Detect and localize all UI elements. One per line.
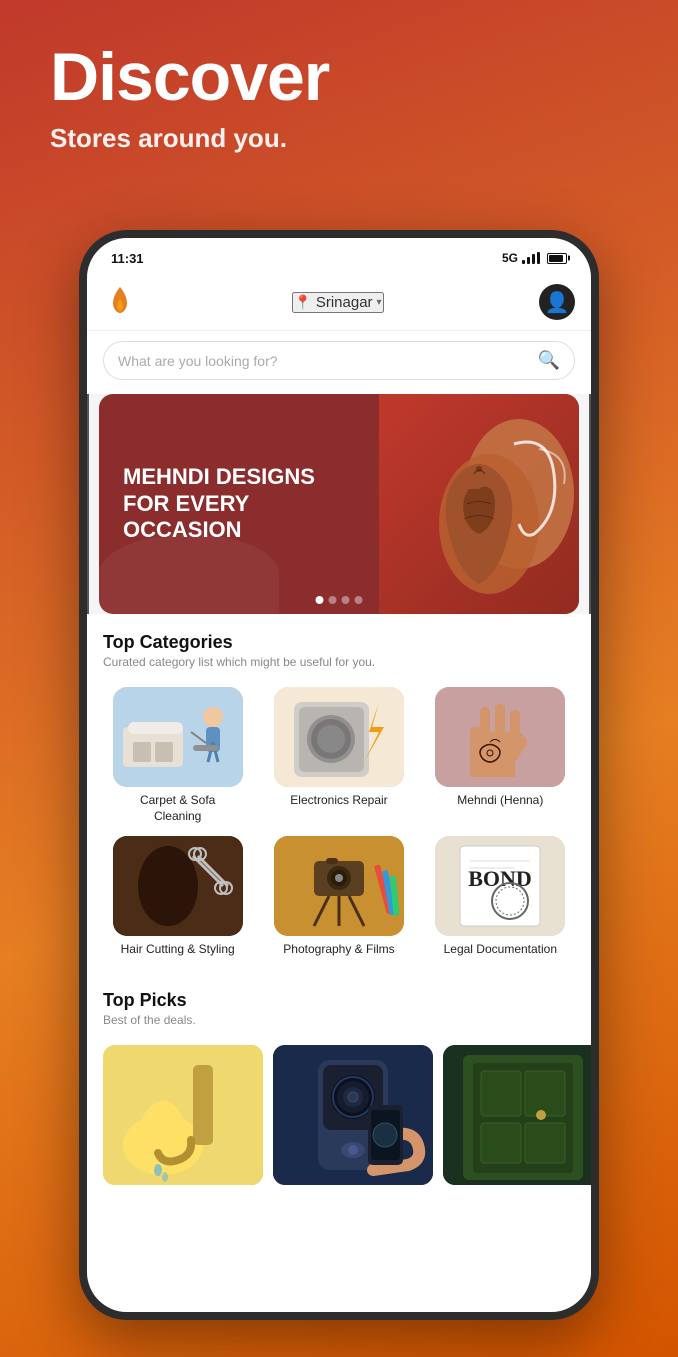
signal-bar-4	[537, 252, 540, 264]
location-button[interactable]: 📍 Srinagar ▾	[292, 292, 383, 313]
signal-bar-2	[527, 257, 530, 264]
hero-section: Discover Stores around you.	[50, 40, 329, 154]
signal-bars	[522, 252, 540, 264]
dot-2	[329, 596, 337, 604]
location-label: Srinagar	[316, 294, 373, 311]
banner-title: MEHNDI DESIGNSFOR EVERYOCCASION	[123, 464, 355, 543]
henna-hands-illustration	[379, 394, 579, 614]
category-legal[interactable]: BOND Legal Documentation	[426, 836, 575, 958]
status-icons: 5G	[502, 251, 567, 265]
search-bar[interactable]: What are you looking for? 🔍	[103, 341, 575, 380]
categories-grid: Carpet & SofaCleaning	[87, 687, 591, 972]
banner-image	[379, 394, 579, 614]
carpet-illustration	[113, 687, 243, 787]
legal-label: Legal Documentation	[444, 942, 557, 958]
photography-illustration	[274, 836, 404, 936]
electronics-illustration	[274, 687, 404, 787]
legal-thumbnail: BOND	[435, 836, 565, 936]
pick-doorbell[interactable]	[273, 1045, 433, 1185]
category-photography[interactable]: Photography & Films	[264, 836, 413, 958]
hair-thumbnail	[113, 836, 243, 936]
user-avatar-icon: 👤	[545, 290, 570, 315]
search-icon: 🔍	[538, 350, 560, 371]
banner-dots	[316, 596, 363, 604]
flame-icon	[103, 285, 137, 319]
top-picks-subtitle: Best of the deals.	[103, 1013, 575, 1027]
electronics-thumbnail	[274, 687, 404, 787]
mehndi-label: Mehndi (Henna)	[457, 793, 543, 809]
app-header: 📍 Srinagar ▾ 👤	[87, 274, 591, 331]
top-picks-section: Top Picks Best of the deals.	[87, 972, 591, 1045]
hero-subtitle: Stores around you.	[50, 123, 329, 154]
pick-door[interactable]	[443, 1045, 591, 1185]
battery-fill	[549, 255, 563, 262]
search-placeholder: What are you looking for?	[118, 353, 530, 369]
photo-thumbnail	[274, 836, 404, 936]
mehndi-thumbnail	[435, 687, 565, 787]
network-label: 5G	[502, 251, 518, 265]
hair-label: Hair Cutting & Styling	[121, 942, 235, 958]
main-content: Top Categories Curated category list whi…	[87, 614, 591, 1320]
pick-faucet[interactable]	[103, 1045, 263, 1185]
battery-icon	[547, 253, 567, 264]
status-time: 11:31	[111, 251, 144, 266]
location-pin-icon: 📍	[294, 294, 311, 311]
picks-grid	[87, 1045, 591, 1201]
search-bar-wrap: What are you looking for? 🔍	[87, 331, 591, 394]
top-categories-subtitle: Curated category list which might be use…	[103, 655, 575, 669]
electronics-label: Electronics Repair	[290, 793, 387, 809]
dot-4	[355, 596, 363, 604]
dot-1	[316, 596, 324, 604]
category-hair[interactable]: Hair Cutting & Styling	[103, 836, 252, 958]
banner-content: MEHNDI DESIGNSFOR EVERYOCCASION	[99, 440, 379, 567]
doorbell-illustration	[273, 1045, 433, 1185]
category-electronics[interactable]: Electronics Repair	[264, 687, 413, 824]
banner[interactable]: MEHNDI DESIGNSFOR EVERYOCCASION	[99, 394, 579, 614]
phone-frame: 11:31 5G 📍 Srinagar ▾	[79, 230, 599, 1320]
hero-title: Discover	[50, 40, 329, 115]
avatar-button[interactable]: 👤	[539, 284, 575, 320]
signal-bar-3	[532, 254, 535, 264]
category-carpet[interactable]: Carpet & SofaCleaning	[103, 687, 252, 824]
top-categories-section: Top Categories Curated category list whi…	[87, 614, 591, 687]
photography-label: Photography & Films	[283, 942, 394, 958]
top-categories-title: Top Categories	[103, 632, 575, 653]
hair-illustration	[113, 836, 243, 936]
top-picks-title: Top Picks	[103, 990, 575, 1011]
dot-3	[342, 596, 350, 604]
mehndi-illustration	[435, 687, 565, 787]
faucet-illustration	[103, 1045, 263, 1185]
carpet-label: Carpet & SofaCleaning	[140, 793, 215, 824]
app-logo	[103, 285, 137, 319]
carpet-thumbnail	[113, 687, 243, 787]
signal-bar-1	[522, 260, 525, 264]
legal-illustration: BOND	[435, 836, 565, 936]
door-illustration	[443, 1045, 591, 1185]
status-bar: 11:31 5G	[87, 238, 591, 274]
category-mehndi[interactable]: Mehndi (Henna)	[426, 687, 575, 824]
chevron-down-icon: ▾	[377, 297, 382, 308]
